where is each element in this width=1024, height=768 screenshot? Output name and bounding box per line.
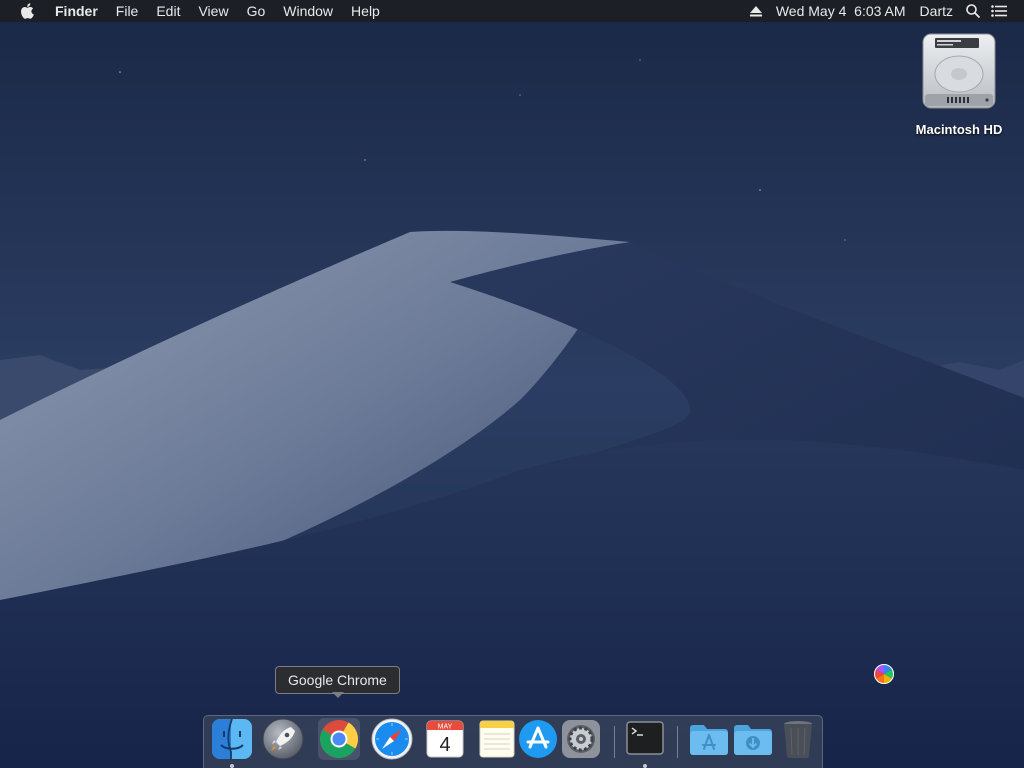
dock-tooltip: Google Chrome: [275, 666, 400, 694]
system-preferences-icon[interactable]: [560, 718, 602, 760]
running-indicator: [643, 764, 647, 768]
menu-app-finder[interactable]: Finder: [46, 0, 107, 22]
chrome-icon[interactable]: [318, 718, 360, 760]
downloads-folder-icon[interactable]: [732, 718, 774, 760]
running-indicator: [230, 764, 234, 768]
menu-edit[interactable]: Edit: [147, 0, 189, 22]
dock-tooltip-arrow: [332, 692, 344, 698]
menu-file[interactable]: File: [107, 0, 148, 22]
terminal-icon[interactable]: [624, 718, 666, 760]
dock-separator: [677, 726, 678, 758]
desktop-item-macintosh-hd[interactable]: Macintosh HD: [912, 32, 1006, 137]
trash-icon[interactable]: [777, 718, 819, 760]
menubar-user[interactable]: Dartz: [913, 0, 960, 22]
notification-center-icon[interactable]: [986, 0, 1012, 22]
busy-spinner-icon: [874, 664, 894, 684]
apple-logo-icon[interactable]: [14, 3, 46, 19]
calendar-icon[interactable]: MAY 4: [424, 718, 466, 760]
desktop-item-label: Macintosh HD: [915, 122, 1003, 137]
eject-icon[interactable]: [743, 0, 769, 22]
menu-go[interactable]: Go: [238, 0, 275, 22]
menu-help[interactable]: Help: [342, 0, 389, 22]
applications-folder-icon[interactable]: [688, 718, 730, 760]
app-store-icon[interactable]: [517, 718, 559, 760]
notes-icon[interactable]: [476, 718, 518, 760]
calendar-day: 4: [439, 734, 450, 756]
launchpad-icon[interactable]: [262, 718, 304, 760]
calendar-month: MAY: [438, 724, 453, 731]
menu-window[interactable]: Window: [274, 0, 342, 22]
dock: MAY 4: [203, 715, 823, 768]
desktop-wallpaper: [0, 0, 1024, 768]
menu-view[interactable]: View: [189, 0, 237, 22]
menu-bar: Finder File Edit View Go Window Help Wed…: [0, 0, 1024, 22]
spotlight-search-icon[interactable]: [960, 0, 986, 22]
hard-drive-icon: [921, 32, 997, 112]
dock-separator: [614, 726, 615, 758]
menubar-clock[interactable]: Wed May 4 6:03 AM: [769, 0, 913, 22]
finder-icon[interactable]: [211, 718, 253, 760]
safari-icon[interactable]: [371, 718, 413, 760]
